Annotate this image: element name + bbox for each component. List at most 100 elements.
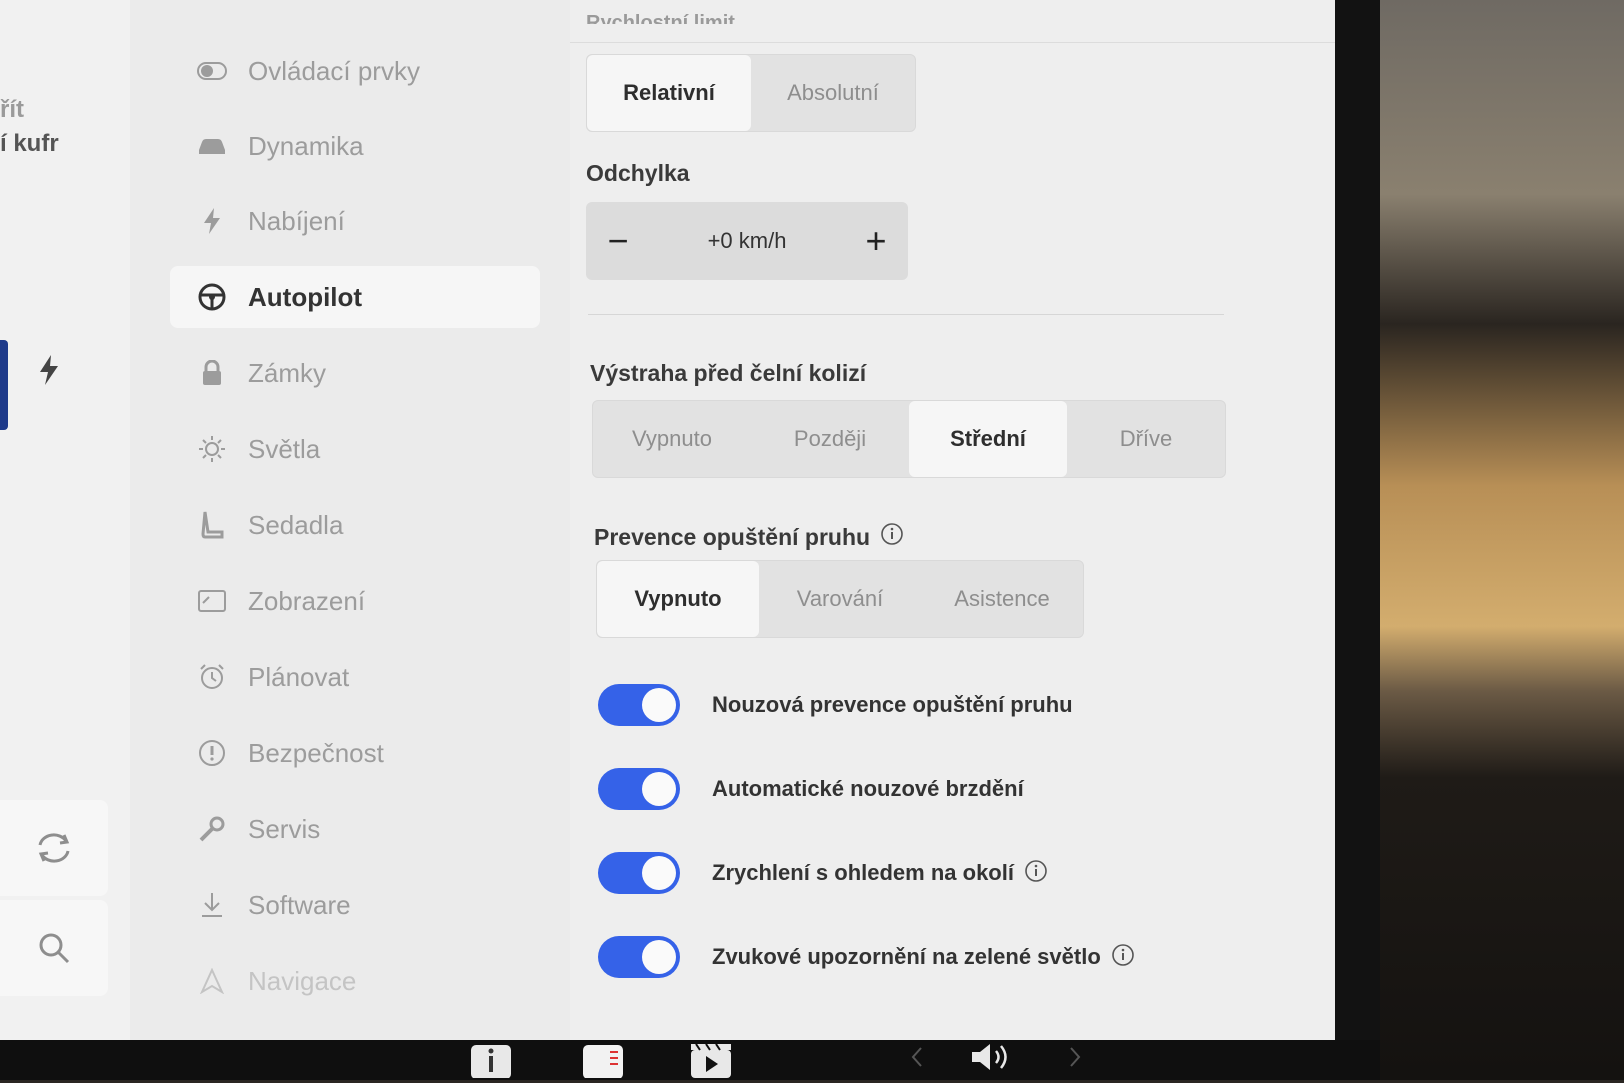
sidebar-item-software[interactable]: Software: [170, 874, 540, 936]
sidebar-item-navigace[interactable]: Navigace: [170, 950, 540, 1012]
sidebar-item-label: Zobrazení: [248, 585, 366, 616]
sidebar-item-label: Dynamika: [248, 130, 364, 161]
download-icon: [192, 890, 232, 920]
sidebar-item-label: Nabíjení: [248, 205, 345, 236]
info-icon[interactable]: [1111, 943, 1135, 972]
header-divider: [570, 42, 1335, 43]
option-varovani[interactable]: Varování: [759, 561, 921, 637]
toggle-row-green-light-chime[interactable]: Zvukové upozornění na zelené světlo: [598, 932, 1135, 982]
theater-app-icon[interactable]: [690, 1043, 732, 1083]
sidebar-item-label: Servis: [248, 813, 321, 844]
sun-icon: [192, 434, 232, 464]
car-edge: [0, 340, 8, 430]
charge-bolt-icon: [38, 355, 60, 393]
sidebar-item-dynamika[interactable]: Dynamika: [170, 115, 540, 177]
collision-warning-selector[interactable]: Vypnuto Později Střední Dříve: [592, 400, 1226, 478]
refresh-icon: [38, 833, 70, 863]
auto-braking-toggle[interactable]: [598, 768, 680, 810]
sidebar-item-svetla[interactable]: Světla: [170, 418, 540, 480]
lane-departure-selector[interactable]: Vypnuto Varování Asistence: [596, 560, 1084, 638]
lock-icon: [192, 358, 232, 388]
sidebar-item-planovat[interactable]: Plánovat: [170, 646, 540, 708]
sidebar-item-label: Autopilot: [248, 281, 363, 312]
sidebar-item-nabijeni[interactable]: Nabíjení: [170, 190, 540, 252]
toggle-knob: [642, 772, 676, 806]
speed-limit-label: Rychlostní limit: [586, 12, 735, 24]
autopilot-settings: Rychlostní limit Relativní Absolutní Odc…: [570, 0, 1335, 1040]
green-light-chime-toggle[interactable]: [598, 936, 680, 978]
sidebar-item-ovladaci-prvky[interactable]: Ovládací prvky: [170, 40, 540, 102]
toggle-icon: [192, 56, 232, 86]
lane-departure-label: Prevence opuštění pruhu: [594, 523, 871, 550]
sidebar-item-sedadla[interactable]: Sedadla: [170, 494, 540, 556]
toggle-label: Automatické nouzové brzdění: [712, 776, 1024, 801]
chevron-right-icon[interactable]: [1068, 1046, 1082, 1073]
speed-limit-mode-selector[interactable]: Relativní Absolutní: [586, 54, 916, 132]
info-app-icon[interactable]: [470, 1044, 512, 1083]
settings-sidebar: Ovládací prvky Dynamika Nabíjení Autopil…: [130, 0, 570, 1040]
option-drive[interactable]: Dříve: [1067, 401, 1225, 477]
section-divider: [588, 314, 1224, 315]
touchscreen: řít í kufr Ovládací prvky Dynamika Nabíj…: [0, 0, 1335, 1040]
navigation-icon: [192, 966, 232, 996]
toggle-label: Zrychlení s ohledem na okolí: [712, 860, 1014, 885]
wrench-icon: [192, 814, 232, 844]
chevron-left-icon[interactable]: [910, 1046, 924, 1073]
sidebar-item-autopilot[interactable]: Autopilot: [170, 266, 540, 328]
info-icon[interactable]: [1024, 859, 1048, 888]
toggle-label: Zvukové upozornění na zelené světlo: [712, 944, 1101, 969]
sidebar-item-label: Navigace: [248, 965, 357, 996]
left-partial-text-2[interactable]: í kufr: [0, 130, 59, 158]
obstacle-acceleration-toggle[interactable]: [598, 852, 680, 894]
toggle-knob: [642, 688, 676, 722]
offset-value: +0 km/h: [707, 228, 787, 253]
sidebar-item-servis[interactable]: Servis: [170, 798, 540, 860]
calendar-app-icon[interactable]: [582, 1044, 624, 1083]
emergency-lane-toggle[interactable]: [598, 684, 680, 726]
decrease-button[interactable]: −: [586, 202, 650, 280]
display-icon: [192, 586, 232, 616]
alarm-clock-icon: [192, 662, 232, 692]
sidebar-item-label: Zámky: [248, 357, 326, 388]
increase-button[interactable]: +: [844, 202, 908, 280]
search-icon: [39, 933, 70, 964]
option-stredni[interactable]: Střední: [909, 401, 1067, 477]
sidebar-item-label: Plánovat: [248, 661, 350, 692]
car-icon: [192, 131, 232, 161]
info-icon[interactable]: [880, 522, 904, 552]
sidebar-item-label: Světla: [248, 433, 321, 464]
sidebar-item-label: Ovládací prvky: [248, 55, 420, 86]
offset-label: Odchylka: [586, 160, 690, 186]
alert-circle-icon: [192, 738, 232, 768]
toggle-label: Nouzová prevence opuštění pruhu: [712, 692, 1073, 717]
option-pozdeji[interactable]: Později: [751, 401, 909, 477]
option-absolutni[interactable]: Absolutní: [751, 55, 915, 131]
toggle-knob: [642, 940, 676, 974]
option-vypnuto[interactable]: Vypnuto: [597, 561, 759, 637]
bolt-icon: [192, 206, 232, 236]
option-vypnuto[interactable]: Vypnuto: [593, 401, 751, 477]
toggle-row-emergency-lane[interactable]: Nouzová prevence opuštění pruhu: [598, 680, 1073, 730]
option-relativni[interactable]: Relativní: [587, 55, 751, 131]
toggle-knob: [642, 856, 676, 890]
left-partial-text-1: řít: [0, 96, 24, 123]
seat-icon: [192, 510, 232, 540]
refresh-button[interactable]: [0, 800, 108, 896]
option-asistence[interactable]: Asistence: [921, 561, 1083, 637]
lane-departure-header: Prevence opuštění pruhu: [594, 522, 904, 552]
sidebar-item-label: Software: [248, 889, 351, 920]
toggle-row-auto-braking[interactable]: Automatické nouzové brzdění: [598, 764, 1024, 814]
sidebar-item-bezpecnost[interactable]: Bezpečnost: [170, 722, 540, 784]
taskbar: [0, 1040, 1380, 1080]
offset-stepper[interactable]: − +0 km/h +: [586, 202, 908, 280]
sidebar-item-zobrazeni[interactable]: Zobrazení: [170, 570, 540, 632]
toggle-row-obstacle-acceleration[interactable]: Zrychlení s ohledem na okolí: [598, 848, 1048, 898]
collision-warning-label: Výstraha před čelní kolizí: [590, 360, 867, 386]
steering-wheel-icon: [192, 282, 232, 312]
sidebar-item-label: Bezpečnost: [248, 737, 384, 768]
sidebar-item-label: Sedadla: [248, 509, 344, 540]
search-button[interactable]: [0, 900, 108, 996]
left-panel: řít í kufr: [0, 0, 130, 1040]
volume-icon[interactable]: [970, 1040, 1016, 1079]
sidebar-item-zamky[interactable]: Zámky: [170, 342, 540, 404]
